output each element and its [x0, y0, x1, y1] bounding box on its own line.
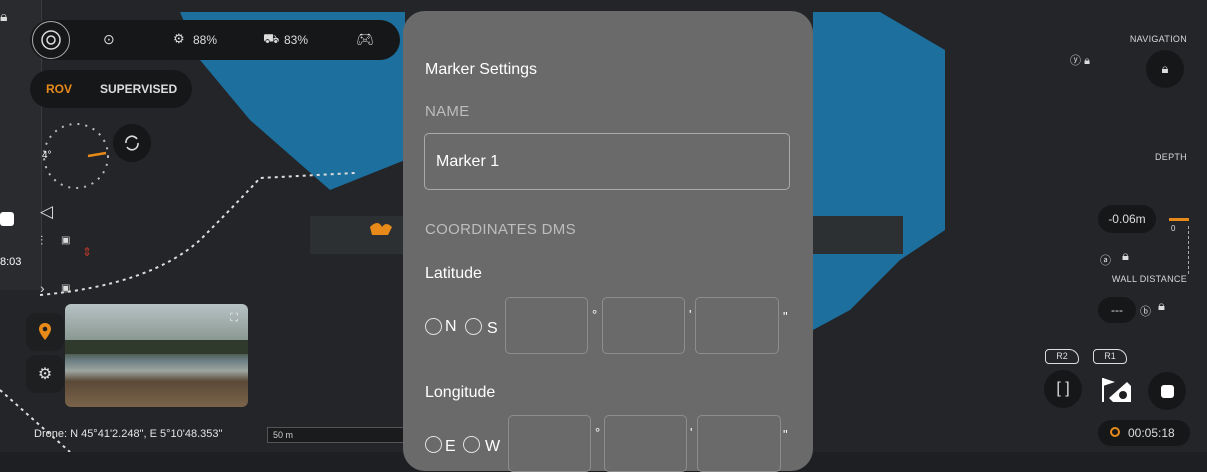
lat-min-symbol: ': [689, 307, 692, 322]
photo-marker-button[interactable]: [1097, 370, 1135, 408]
camera-mode-icon[interactable]: [32, 21, 70, 59]
longitude-label: Longitude: [425, 384, 496, 401]
stop-icon[interactable]: [0, 212, 14, 226]
depth-lock-icon[interactable]: 🔒︎: [1122, 248, 1129, 264]
compass-dial: 4°: [40, 120, 112, 192]
lon-east-radio[interactable]: [425, 436, 442, 453]
map-track-right: [813, 216, 903, 254]
coordinates-section-label: COORDINATES DMS: [425, 221, 576, 238]
marker-name-input[interactable]: [424, 133, 790, 190]
tree-line: [65, 340, 248, 354]
navigation-lock-button[interactable]: 🔒︎: [1146, 50, 1184, 88]
dive-path-lower: [0, 389, 71, 452]
lat-minutes-input[interactable]: [602, 297, 685, 354]
record-dot-icon: [1110, 427, 1120, 437]
navigation-label: NAVIGATION: [1129, 34, 1187, 44]
gear-icon: ⚙: [37, 366, 53, 383]
lights-toggle-icon[interactable]: ▣: [61, 235, 70, 246]
y-button-icon: ⓨ: [1070, 55, 1081, 67]
forward-icon[interactable]: ›: [40, 280, 45, 296]
lon-west-radio[interactable]: [463, 436, 480, 453]
controller-battery-value: 83%: [284, 33, 309, 47]
gamepad-icon: 🎮︎: [356, 31, 374, 47]
recording-time: 00:05:18: [1128, 426, 1175, 440]
lock-icon: 🔒︎: [1084, 55, 1090, 67]
lat-south-label: S: [487, 320, 498, 337]
mode-selector: ROV SUPERVISED: [30, 70, 192, 108]
b-button-icon: ⓑ: [1140, 306, 1151, 318]
recording-badge: 00:05:18: [1098, 420, 1190, 446]
drone-position: Drone: N 45°41'2.248", E 5°10'48.353": [34, 428, 223, 440]
nav-lock-controls[interactable]: ⓨ 🔒︎: [1070, 52, 1090, 68]
a-button-icon: ⓐ: [1100, 255, 1111, 267]
mode-rov-button[interactable]: ROV: [46, 82, 72, 96]
lat-south-radio[interactable]: [465, 318, 482, 335]
map-track-left: [310, 216, 405, 254]
marker-button[interactable]: [26, 313, 64, 351]
lon-seconds-input[interactable]: [697, 415, 781, 472]
latitude-label: Latitude: [425, 265, 482, 282]
lon-degrees-input[interactable]: [508, 415, 591, 472]
lon-sec-symbol: ": [783, 427, 788, 442]
depth-value: -0.06m: [1108, 212, 1146, 226]
settings-button[interactable]: ⚙: [26, 355, 64, 393]
ascend-descend-icon[interactable]: ⇕: [82, 245, 92, 259]
flag-camera-icon: [1102, 378, 1131, 402]
lon-east-label: E: [445, 438, 456, 455]
depth-label: DEPTH: [1154, 152, 1187, 162]
drone-battery-value: 88%: [193, 33, 218, 47]
refresh-icon: [125, 135, 139, 151]
scale-bar: 50 m: [267, 427, 407, 443]
scale-label: 50 m: [273, 430, 294, 440]
wall-distance-badge: ---: [1098, 297, 1136, 323]
depth-gauge-zero: 0: [1171, 224, 1176, 233]
r2-badge: R2: [1045, 349, 1079, 364]
stop-icon: [1160, 384, 1174, 398]
lat-north-label: N: [445, 318, 457, 335]
lock-icon: 🔒︎: [1161, 61, 1169, 76]
clip-timer: 8:03: [0, 256, 22, 268]
r1-badge: R1: [1093, 349, 1127, 364]
mode-supervised-button[interactable]: SUPERVISED: [100, 82, 177, 96]
refresh-button[interactable]: [113, 124, 151, 162]
lon-west-label: W: [485, 438, 501, 455]
depth-value-badge: -0.06m: [1098, 205, 1156, 233]
lat-north-radio[interactable]: [425, 318, 442, 335]
lat-sec-symbol: ": [783, 309, 788, 324]
brackets-icon: [ ]: [1056, 380, 1070, 397]
drone-battery-icon: ⚙: [173, 31, 185, 46]
navigate-icon[interactable]: ◁: [40, 202, 53, 222]
marker-settings-dialog: Marker Settings NAME COORDINATES DMS Lat…: [403, 11, 813, 472]
lon-deg-symbol: °: [595, 425, 601, 440]
lat-seconds-input[interactable]: [695, 297, 779, 354]
wall-distance-label: WALL DISTANCE: [1111, 274, 1187, 284]
wall-distance-value: ---: [1111, 303, 1123, 317]
dialog-title: Marker Settings: [425, 61, 538, 78]
gps-icon: ⊙: [103, 31, 115, 47]
map-pin-icon: [39, 323, 51, 340]
forward-toggle-icon[interactable]: ▣: [61, 283, 70, 294]
name-section-label: NAME: [425, 103, 470, 120]
camera-preview[interactable]: ⛶: [65, 304, 248, 407]
depth-gauge: 0: [1169, 218, 1191, 276]
frame-button[interactable]: [ ]: [1044, 370, 1082, 408]
compass-heading: 4°: [42, 150, 52, 161]
controller-battery-icon: ⛟: [263, 31, 280, 46]
stop-record-button[interactable]: [1148, 372, 1186, 410]
expand-icon[interactable]: ⛶: [230, 312, 238, 325]
lat-deg-symbol: °: [592, 307, 598, 322]
lon-min-symbol: ': [690, 425, 693, 440]
lon-minutes-input[interactable]: [604, 415, 687, 472]
lat-degrees-input[interactable]: [505, 297, 588, 354]
wall-lock-icon[interactable]: 🔒︎: [1158, 298, 1165, 314]
lights-icon[interactable]: ⫶: [40, 233, 43, 249]
status-bar: ⊙ ⚙ 88% ⛟ 83% 🎮︎: [30, 20, 400, 60]
lock-icon[interactable]: 🔒︎: [0, 8, 7, 25]
water-area-right: [813, 12, 945, 330]
